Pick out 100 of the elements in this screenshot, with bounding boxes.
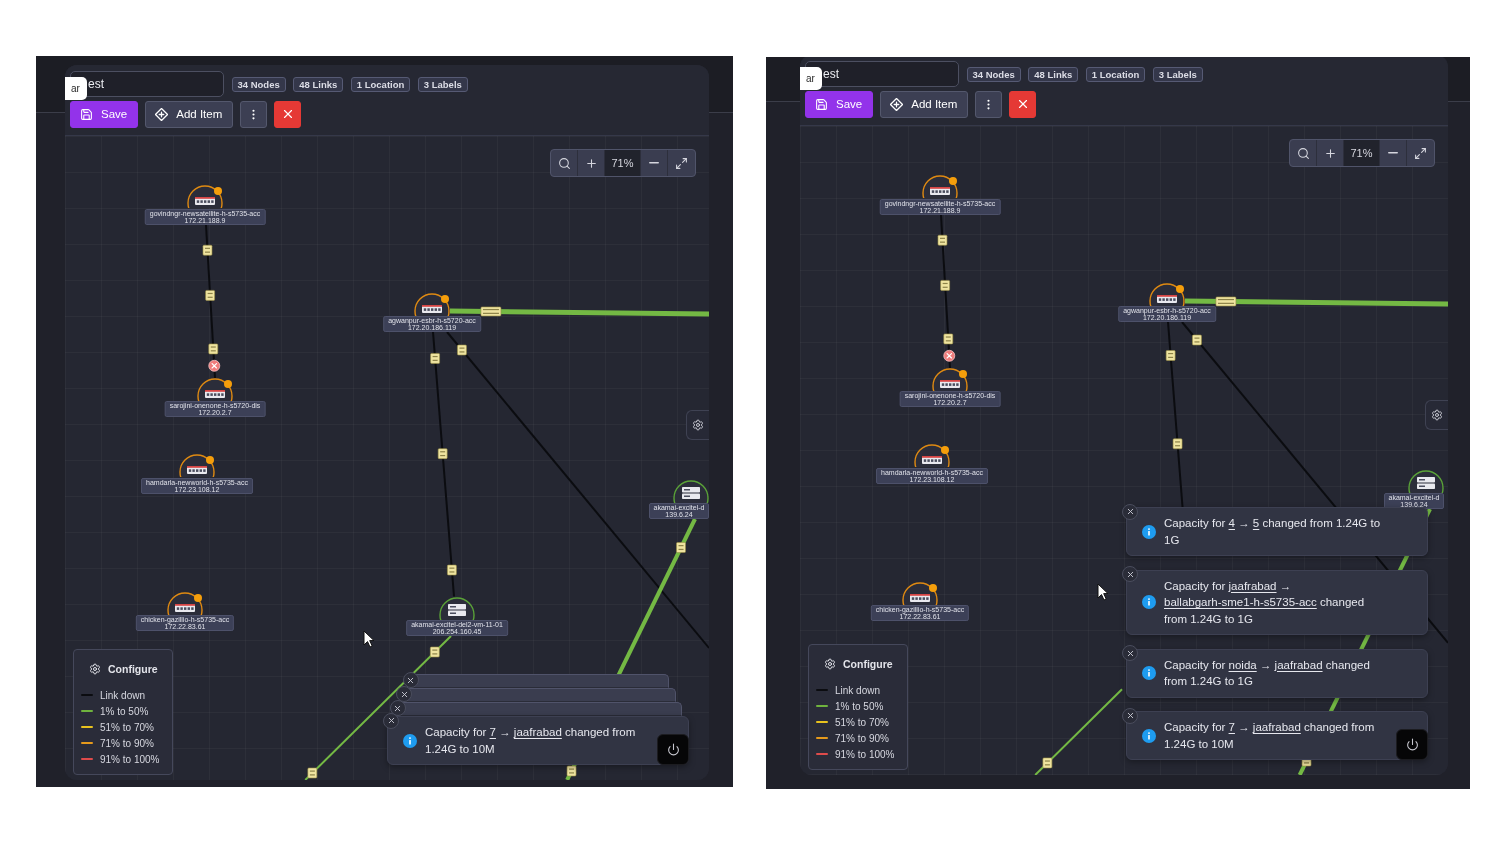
legend-label: 51% to 70% [835, 716, 889, 728]
power-button[interactable] [1396, 729, 1428, 760]
search-icon [557, 156, 571, 170]
node-link[interactable]: 5 [1252, 517, 1260, 529]
tooltip: ar [65, 77, 87, 100]
plus-icon [584, 156, 598, 170]
close-button[interactable] [389, 700, 406, 716]
settings-button[interactable] [686, 410, 709, 440]
close-button[interactable] [383, 712, 399, 729]
more-button[interactable] [240, 100, 268, 128]
close-icon [1125, 711, 1135, 720]
add-item-button[interactable]: Add Item [880, 90, 969, 118]
node-link[interactable]: 7 [489, 726, 496, 738]
legend-label: 91% to 100% [100, 753, 160, 765]
power-icon [666, 743, 680, 756]
network-link[interactable] [432, 331, 455, 598]
gear-icon [824, 658, 836, 670]
link-tag-icon [307, 767, 318, 779]
count-badge: 3 Labels [417, 76, 468, 92]
link-tag-icon [430, 353, 440, 364]
pointer-cursor-icon [1097, 583, 1109, 601]
toast-message: Capacity for 4 → 5 changed from 1.24G to 1G [1164, 516, 1382, 548]
link-tag-icon [430, 646, 440, 658]
legend-label: Link down [835, 684, 881, 696]
info-icon [1142, 524, 1156, 539]
link-tag-icon [202, 244, 213, 256]
close-icon [1125, 507, 1135, 516]
add-item-button[interactable]: Add Item [145, 100, 234, 128]
power-button[interactable] [657, 734, 689, 765]
legend-label: 1% to 50% [835, 700, 884, 712]
close-button[interactable] [1122, 566, 1138, 582]
node-link[interactable]: 4 [1228, 517, 1235, 529]
info-icon [403, 733, 417, 748]
network-link[interactable] [205, 224, 216, 379]
link-tag-icon [447, 564, 457, 576]
close-button[interactable] [1009, 90, 1037, 118]
close-button[interactable] [1122, 645, 1138, 661]
zoom-level: 71% [1344, 140, 1380, 166]
node-link[interactable]: ballabgarh-sme1-h-s5735-acc [1164, 596, 1317, 608]
legend-label: 51% to 70% [100, 721, 154, 733]
link-tag-icon [205, 290, 215, 301]
link-tag-icon [208, 343, 219, 355]
close-button[interactable] [274, 100, 302, 128]
link-tag-icon [457, 344, 467, 356]
legend-label: 1% to 50% [100, 705, 149, 717]
node-link[interactable]: 7 [1228, 721, 1235, 733]
node-link[interactable]: jaafrabad [1274, 658, 1323, 671]
close-button[interactable] [402, 672, 419, 688]
legend-label: 91% to 100% [835, 748, 895, 760]
zoom-level: 71% [605, 150, 641, 176]
node-link[interactable]: noida [1228, 658, 1257, 671]
toast-message: Capacity for 7 → jaafrabad changed from 1.24G to 10M [1164, 720, 1376, 752]
link-tag-icon [437, 448, 448, 459]
search-icon [1296, 146, 1310, 160]
configure-button[interactable]: Configure [89, 659, 158, 679]
tooltip: ar [800, 67, 822, 90]
link-tag-icon [1172, 438, 1183, 450]
legend-label: 71% to 90% [100, 737, 154, 749]
link-tag-icon [676, 542, 686, 553]
node-link[interactable]: jaafrabad [1252, 721, 1301, 733]
node-link[interactable]: jaafrabad [1228, 579, 1277, 592]
link-tag-icon [937, 234, 948, 246]
toast-message: Capacity for noida → jaafrabad changed from 1.24G to 1G [1164, 657, 1371, 689]
count-badge: 34 Nodes [966, 66, 1021, 82]
save-button[interactable]: Save [805, 90, 874, 118]
network-link[interactable] [1184, 298, 1448, 307]
count-badge: 48 Links [293, 76, 344, 92]
minus-icon [1388, 152, 1398, 154]
close-icon [1125, 569, 1135, 579]
count-badge: 34 Nodes [231, 76, 286, 92]
network-link[interactable] [940, 214, 951, 369]
close-button[interactable] [1122, 503, 1138, 520]
minus-icon [649, 162, 659, 164]
close-icon [399, 689, 409, 699]
count-badge: 1 Location [1085, 66, 1146, 82]
network-link[interactable] [449, 308, 709, 317]
toast-message: Capacity for jaafrabad → ballabgarh-sme1-h-s5735-acc changed from 1.24G to 1G [1164, 578, 1366, 627]
link-tag-icon [566, 765, 577, 777]
link-tag-icon [943, 333, 954, 345]
count-badge: 48 Links [1028, 66, 1079, 82]
node-link[interactable]: jaafrabad [513, 726, 562, 738]
network-link[interactable] [1034, 688, 1123, 775]
close-button[interactable] [1122, 707, 1138, 724]
legend-label: Link down [100, 689, 146, 701]
link-tag-icon [480, 306, 502, 317]
save-button[interactable]: Save [70, 100, 139, 128]
close-button[interactable] [396, 686, 413, 702]
diamond-plus-icon [155, 107, 169, 121]
more-button[interactable] [975, 90, 1003, 118]
info-icon [1142, 728, 1156, 743]
link-tag-icon [1215, 296, 1237, 307]
settings-icon [692, 419, 704, 431]
legend-label: 71% to 90% [835, 732, 889, 744]
link-tag-icon [1165, 350, 1176, 361]
settings-button[interactable] [1425, 400, 1448, 430]
network-link[interactable] [1167, 321, 1184, 509]
save-icon [80, 107, 93, 121]
configure-button[interactable]: Configure [824, 654, 893, 674]
close-icon [386, 716, 396, 725]
diamond-plus-icon [890, 97, 904, 111]
